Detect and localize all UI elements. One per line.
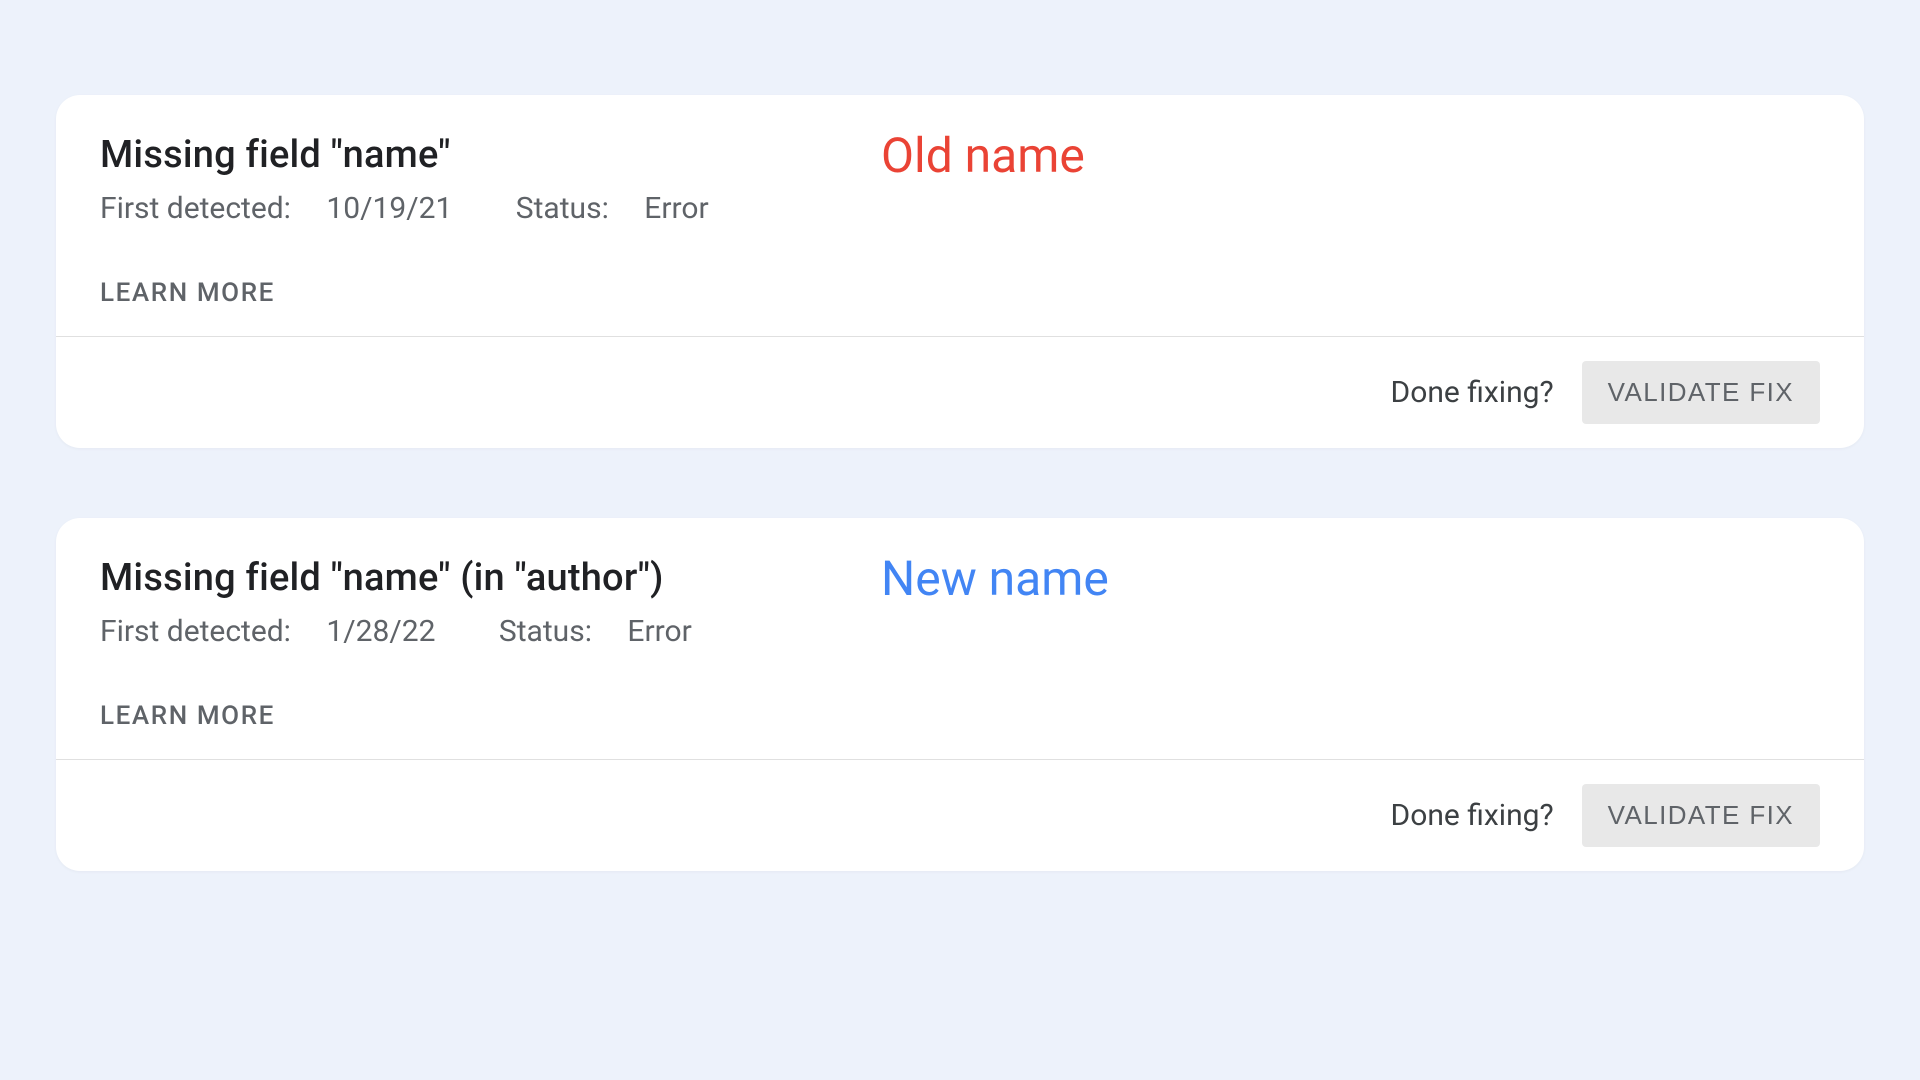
first-detected-label: First detected: (100, 614, 291, 649)
status: Status: Error (499, 614, 720, 649)
done-fixing-text: Done fixing? (1391, 798, 1554, 833)
learn-more-link[interactable]: LEARN MORE (100, 701, 275, 731)
annotation-old-name: Old name (881, 127, 1085, 184)
status-label: Status: (516, 191, 609, 226)
done-fixing-text: Done fixing? (1391, 375, 1554, 410)
card-body: Missing field "name" First detected: 10/… (56, 95, 1864, 336)
validate-fix-button[interactable]: VALIDATE FIX (1582, 784, 1820, 847)
card-body: Missing field "name" (in "author") First… (56, 518, 1864, 759)
validate-fix-button[interactable]: VALIDATE FIX (1582, 361, 1820, 424)
status-value: Error (627, 614, 691, 649)
issue-card-new: Missing field "name" (in "author") First… (56, 518, 1864, 871)
first-detected-label: First detected: (100, 191, 291, 226)
issue-card-old: Missing field "name" First detected: 10/… (56, 95, 1864, 448)
first-detected-value: 1/28/22 (326, 614, 435, 649)
status: Status: Error (516, 191, 737, 226)
learn-more-link[interactable]: LEARN MORE (100, 278, 275, 308)
card-footer: Done fixing? VALIDATE FIX (56, 336, 1864, 448)
issue-meta: First detected: 1/28/22 Status: Error (100, 614, 1820, 649)
first-detected: First detected: 1/28/22 (100, 614, 471, 649)
status-label: Status: (499, 614, 592, 649)
card-footer: Done fixing? VALIDATE FIX (56, 759, 1864, 871)
issue-meta: First detected: 10/19/21 Status: Error (100, 191, 1820, 226)
status-value: Error (644, 191, 708, 226)
first-detected: First detected: 10/19/21 (100, 191, 488, 226)
first-detected-value: 10/19/21 (326, 191, 452, 226)
annotation-new-name: New name (881, 550, 1109, 607)
